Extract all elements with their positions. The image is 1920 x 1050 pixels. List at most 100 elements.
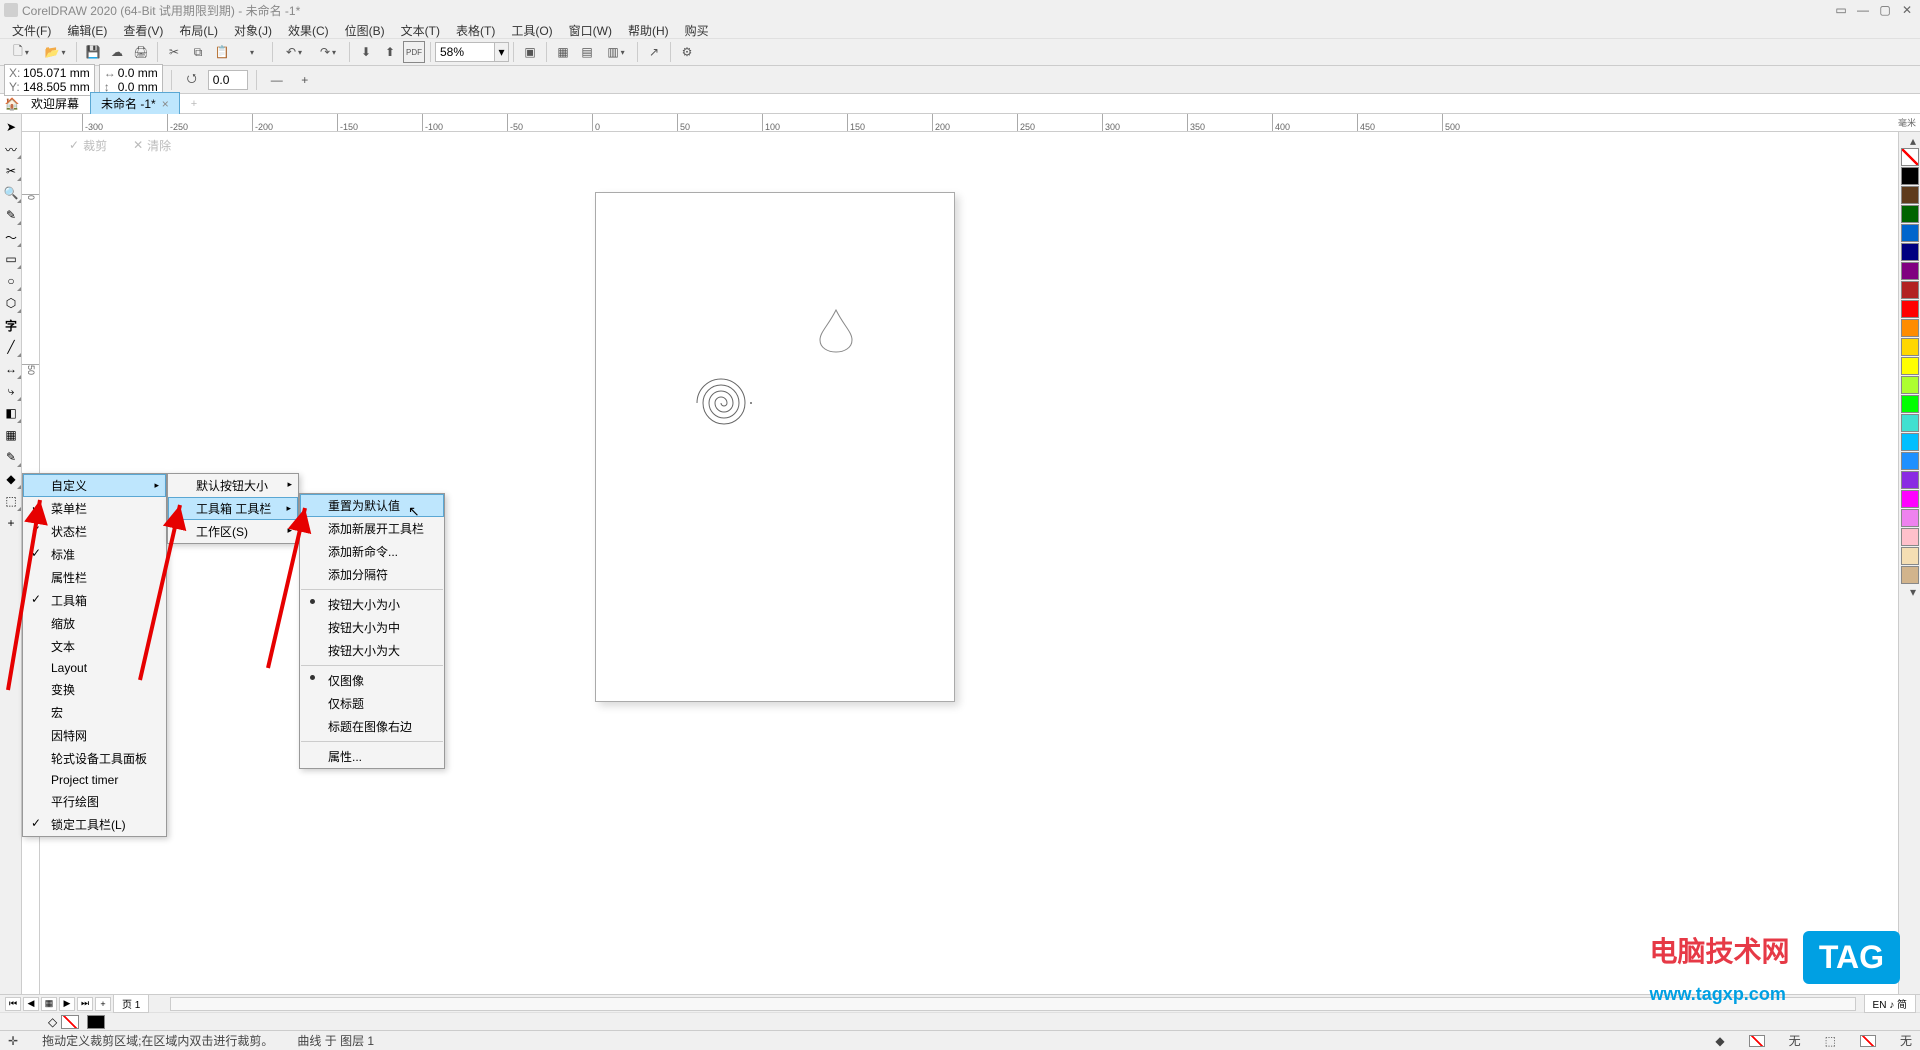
swatch[interactable] <box>1901 262 1919 280</box>
fill-swatch[interactable] <box>1749 1035 1765 1047</box>
plus-button[interactable]: + <box>294 69 316 91</box>
redo-button[interactable]: ↷ <box>312 41 344 63</box>
menu-window[interactable]: 窗口(W) <box>561 20 620 38</box>
ctx-propertybar[interactable]: 属性栏 <box>23 566 166 589</box>
menu-view[interactable]: 查看(V) <box>115 20 171 38</box>
swatch-none[interactable] <box>1901 148 1919 166</box>
ctx-add-command[interactable]: 添加新命令... <box>300 540 444 563</box>
ctx-transform[interactable]: 变换 <box>23 678 166 701</box>
print-button[interactable]: 🖨 <box>130 41 152 63</box>
ctx-standard[interactable]: ✓标准 <box>23 543 166 566</box>
shadow-tool[interactable]: ◧ <box>0 402 22 424</box>
menu-tools[interactable]: 工具(O) <box>503 20 560 38</box>
page-prev[interactable]: ◀ <box>23 997 39 1011</box>
ctx-add-separator[interactable]: 添加分隔符 <box>300 563 444 586</box>
ctx-toolbox[interactable]: ✓工具箱 <box>23 589 166 612</box>
page-next[interactable]: ▶ <box>59 997 75 1011</box>
swatch[interactable] <box>1901 357 1919 375</box>
size-box[interactable]: ↔0.0 mm ↕0.0 mm <box>99 64 163 96</box>
shape-tool[interactable]: 〰 <box>0 138 22 160</box>
swatch[interactable] <box>1901 547 1919 565</box>
dimension-tool[interactable]: ↔ <box>0 358 22 380</box>
swatch[interactable] <box>1901 566 1919 584</box>
home-icon[interactable]: 🏠 <box>4 96 20 112</box>
ctx-btn-large[interactable]: 按钮大小为大 <box>300 639 444 662</box>
export-button[interactable]: ⬆ <box>379 41 401 63</box>
crop-cancel-button[interactable]: ✕清除 <box>124 134 180 157</box>
grid-button[interactable]: ▤ <box>576 41 598 63</box>
clear-transform-button[interactable]: — <box>266 69 288 91</box>
page-first[interactable]: ⏮ <box>5 997 21 1011</box>
teardrop-shape[interactable] <box>816 308 856 353</box>
pick-tool[interactable]: ➤ <box>0 116 22 138</box>
add-tool[interactable]: + <box>0 512 22 534</box>
ctx-title-only[interactable]: 仅标题 <box>300 692 444 715</box>
undo-button[interactable]: ↶ <box>278 41 310 63</box>
copy-button[interactable]: ⧉ <box>187 41 209 63</box>
fullscreen-button[interactable]: ▣ <box>519 41 541 63</box>
options-button[interactable]: ⚙ <box>676 41 698 63</box>
menu-edit[interactable]: 编辑(E) <box>59 20 115 38</box>
menu-object[interactable]: 对象(J) <box>226 20 280 38</box>
fill-indicator[interactable]: ◇ <box>48 1015 79 1029</box>
ellipse-tool[interactable]: ○ <box>0 270 22 292</box>
menu-buy[interactable]: 购买 <box>677 20 717 38</box>
open-button[interactable]: 📂 <box>39 41 71 63</box>
swatch[interactable] <box>1901 224 1919 242</box>
zoom-input[interactable] <box>435 42 495 62</box>
connector-tool[interactable]: ⤷ <box>0 380 22 402</box>
ctx-btn-medium[interactable]: 按钮大小为中 <box>300 616 444 639</box>
eyedropper-tool[interactable]: ✎ <box>0 446 22 468</box>
swatch[interactable] <box>1901 433 1919 451</box>
menu-text[interactable]: 文本(T) <box>393 20 448 38</box>
ctx-menubar[interactable]: ✓菜单栏 <box>23 497 166 520</box>
pdf-button[interactable]: PDF <box>403 41 425 63</box>
ctx-title-right[interactable]: 标题在图像右边 <box>300 715 444 738</box>
zoom-tool[interactable]: 🔍 <box>0 182 22 204</box>
menu-help[interactable]: 帮助(H) <box>620 20 677 38</box>
new-button[interactable]: 🗋 <box>5 41 37 63</box>
menu-table[interactable]: 表格(T) <box>448 20 503 38</box>
swatch[interactable] <box>1901 300 1919 318</box>
menu-layout[interactable]: 布局(L) <box>171 20 226 38</box>
ctx-image-only[interactable]: 仅图像 <box>300 669 444 692</box>
ctx-project-timer[interactable]: Project timer <box>23 770 166 790</box>
swatch[interactable] <box>1901 471 1919 489</box>
paste-dropdown[interactable] <box>235 41 267 63</box>
swatch[interactable] <box>1901 395 1919 413</box>
angle-input[interactable] <box>208 70 248 90</box>
polygon-tool[interactable]: ⬡ <box>0 292 22 314</box>
ctx-lock-toolbars[interactable]: ✓锁定工具栏(L) <box>23 813 166 836</box>
swatch[interactable] <box>1901 509 1919 527</box>
swatch[interactable] <box>1901 414 1919 432</box>
ruler-horizontal[interactable]: -300 -250 -200 -150 -100 -50 0 50 100 15… <box>22 114 1920 132</box>
ctx-internet[interactable]: 因特网 <box>23 724 166 747</box>
ctx-btn-small[interactable]: 按钮大小为小 <box>300 593 444 616</box>
swatch[interactable] <box>1901 452 1919 470</box>
save-button[interactable]: 💾 <box>82 41 104 63</box>
import-button[interactable]: ⬇ <box>355 41 377 63</box>
fill-tool[interactable]: ◆ <box>0 468 22 490</box>
parallel-tool[interactable]: ╱ <box>0 336 22 358</box>
text-tool[interactable]: 字 <box>0 314 22 336</box>
close-icon[interactable]: × <box>162 97 169 111</box>
swatch[interactable] <box>1901 376 1919 394</box>
ctx-properties[interactable]: 属性... <box>300 745 444 768</box>
swatch[interactable] <box>1901 167 1919 185</box>
tab-document[interactable]: 未命名 -1*× <box>90 92 180 115</box>
h-scrollbar[interactable] <box>170 997 1855 1011</box>
ctx-statusbar[interactable]: ✓状态栏 <box>23 520 166 543</box>
minimize-button[interactable]: — <box>1854 3 1872 17</box>
paste-button[interactable]: 📋 <box>211 41 233 63</box>
ctx-macro[interactable]: 宏 <box>23 701 166 724</box>
swatch[interactable] <box>1901 528 1919 546</box>
swatch[interactable] <box>1901 338 1919 356</box>
ctx-layout[interactable]: Layout <box>23 658 166 678</box>
close-button[interactable]: ✕ <box>1898 3 1916 17</box>
ctx-workspace[interactable]: 工作区(S)▸ <box>168 520 298 543</box>
cloud-button[interactable]: ☁ <box>106 41 128 63</box>
rectangle-tool[interactable]: ▭ <box>0 248 22 270</box>
ctx-add-flyout[interactable]: 添加新展开工具栏 <box>300 517 444 540</box>
tab-add[interactable]: + <box>180 95 208 113</box>
ctx-parallel[interactable]: 平行绘图 <box>23 790 166 813</box>
